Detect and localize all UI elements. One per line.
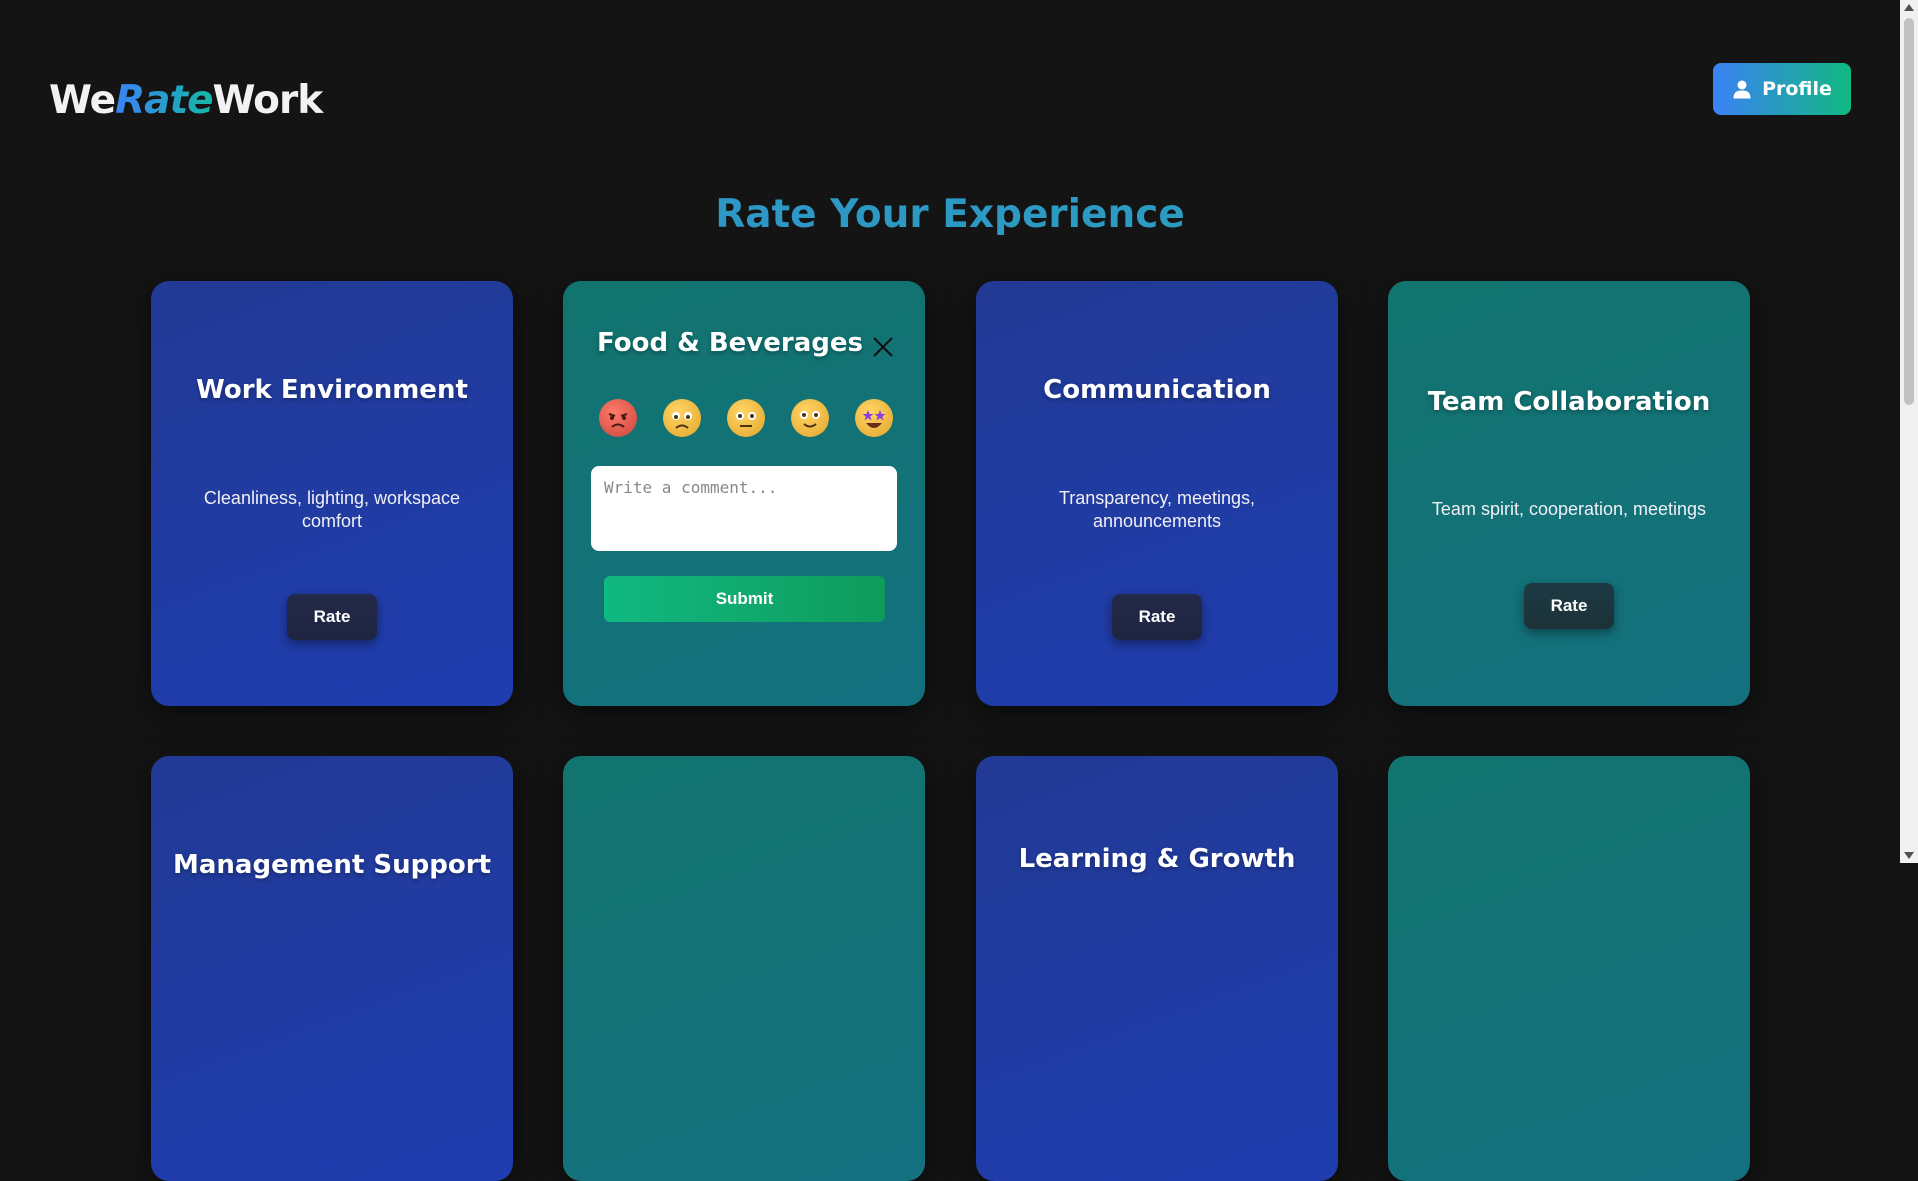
sad-emoji-icon[interactable] <box>663 399 701 437</box>
card-team-collaboration: Team Collaboration Team spirit, cooperat… <box>1388 281 1750 706</box>
card-title: Communication <box>1043 375 1271 405</box>
close-icon[interactable] <box>870 334 896 360</box>
profile-button[interactable]: Profile <box>1713 63 1851 115</box>
rate-button[interactable]: Rate <box>1112 594 1202 640</box>
angry-emoji-icon[interactable] <box>599 399 637 437</box>
logo-part-rate: Rate <box>115 78 213 123</box>
user-icon <box>1733 80 1751 99</box>
comment-input[interactable]: Write a comment... <box>591 466 897 551</box>
card-learning-growth: Learning & Growth <box>976 756 1338 1181</box>
scroll-down-arrow-icon[interactable] <box>1904 852 1914 859</box>
card-row2-4 <box>1388 756 1750 1181</box>
scrollbar[interactable] <box>1900 0 1918 863</box>
logo-part-we: We <box>49 78 116 123</box>
emoji-rating-row <box>599 399 893 437</box>
smile-emoji-icon[interactable] <box>791 399 829 437</box>
card-food-beverages: Food & Beverages Write a comment... Subm… <box>563 281 925 706</box>
submit-button[interactable]: Submit <box>604 576 885 622</box>
scroll-thumb[interactable] <box>1904 18 1914 405</box>
card-work-environment: Work Environment Cleanliness, lighting, … <box>151 281 513 706</box>
profile-label: Profile <box>1762 78 1832 100</box>
card-title: Management Support <box>172 850 491 880</box>
rate-button[interactable]: Rate <box>287 594 377 640</box>
card-description: Transparency, meetings, announcements <box>1058 488 1256 531</box>
card-communication: Communication Transparency, meetings, an… <box>976 281 1338 706</box>
star-struck-emoji-icon[interactable] <box>855 399 893 437</box>
logo-part-work: Work <box>212 78 324 123</box>
page-title: Rate Your Experience <box>0 192 1900 237</box>
rate-button[interactable]: Rate <box>1524 583 1614 629</box>
card-row2-2 <box>563 756 925 1181</box>
card-description: Cleanliness, lighting, workspace comfort <box>203 488 461 531</box>
card-title: Work Environment <box>196 375 468 405</box>
logo[interactable]: WeRateWork <box>49 78 324 123</box>
card-title: Team Collaboration <box>1427 387 1711 417</box>
card-title: Learning & Growth <box>1018 844 1296 874</box>
scroll-up-arrow-icon[interactable] <box>1904 4 1914 11</box>
card-management-support: Management Support <box>151 756 513 1181</box>
card-title: Food & Beverages <box>597 328 863 358</box>
card-description: Team spirit, cooperation, meetings <box>1431 499 1707 519</box>
neutral-emoji-icon[interactable] <box>727 399 765 437</box>
